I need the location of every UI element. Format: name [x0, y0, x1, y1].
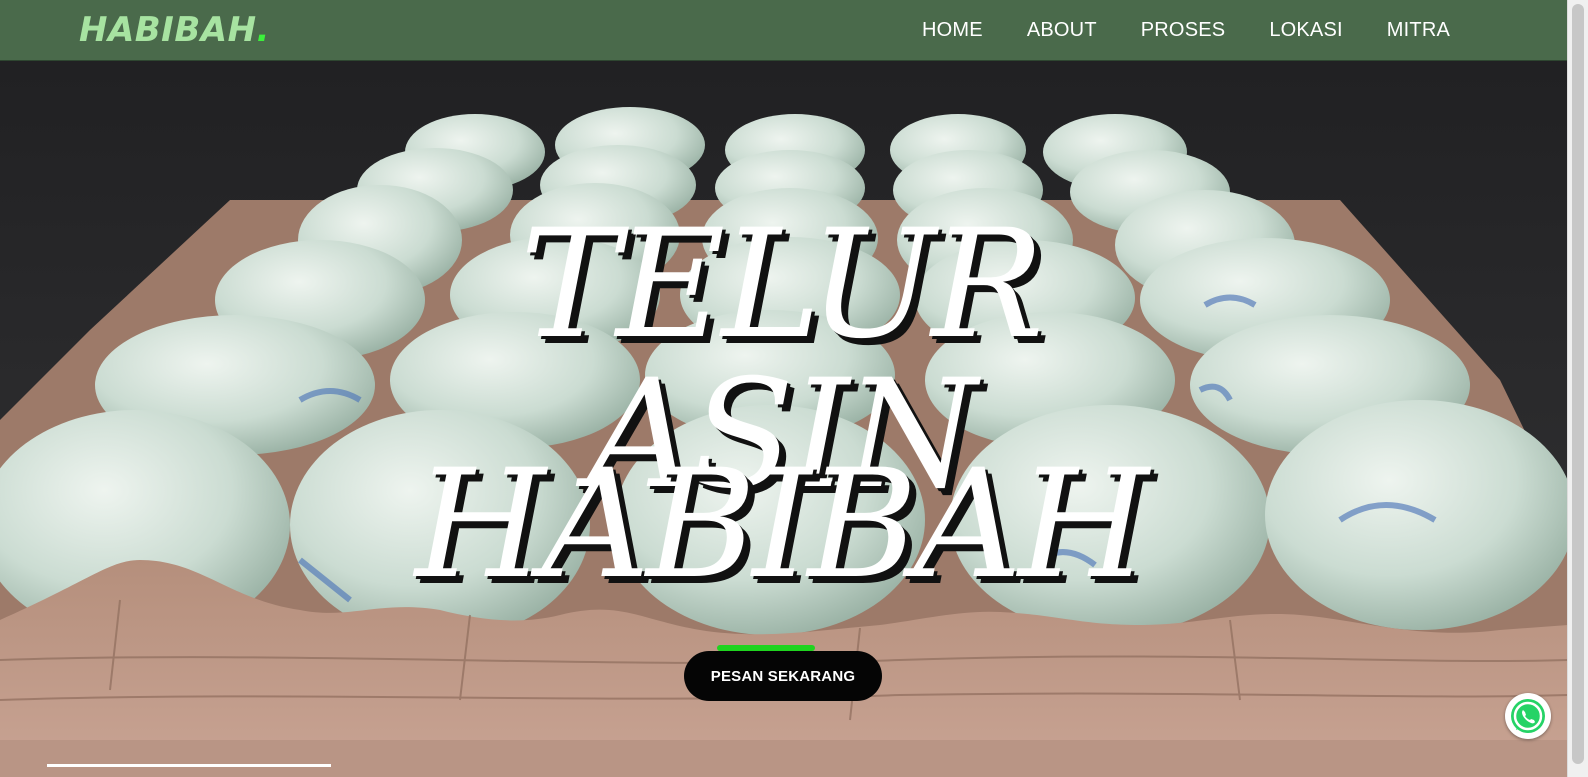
nav-home[interactable]: HOME — [922, 19, 983, 42]
brand-logo[interactable]: HABIBAH. — [79, 10, 270, 50]
nav-proses[interactable]: PROSES — [1141, 19, 1226, 42]
nav-about[interactable]: ABOUT — [1027, 19, 1097, 42]
main-nav: HOME ABOUT PROSES LOKASI MITRA — [922, 19, 1450, 42]
scroll-progress — [47, 764, 331, 767]
nav-mitra[interactable]: MITRA — [1387, 19, 1450, 42]
scrollbar[interactable] — [1567, 0, 1588, 777]
hero-title-line2: HABIBAH — [415, 438, 1149, 612]
scrollbar-thumb[interactable] — [1572, 4, 1584, 764]
whatsapp-icon — [1511, 699, 1545, 733]
brand-dot: . — [256, 10, 270, 50]
nav-lokasi[interactable]: LOKASI — [1269, 19, 1342, 42]
navbar: HABIBAH. HOME ABOUT PROSES LOKASI MITRA — [0, 0, 1568, 61]
whatsapp-button[interactable] — [1505, 693, 1551, 739]
order-now-button[interactable]: PESAN SEKARANG — [684, 651, 882, 701]
brand-name: HABIBAH — [79, 10, 257, 50]
